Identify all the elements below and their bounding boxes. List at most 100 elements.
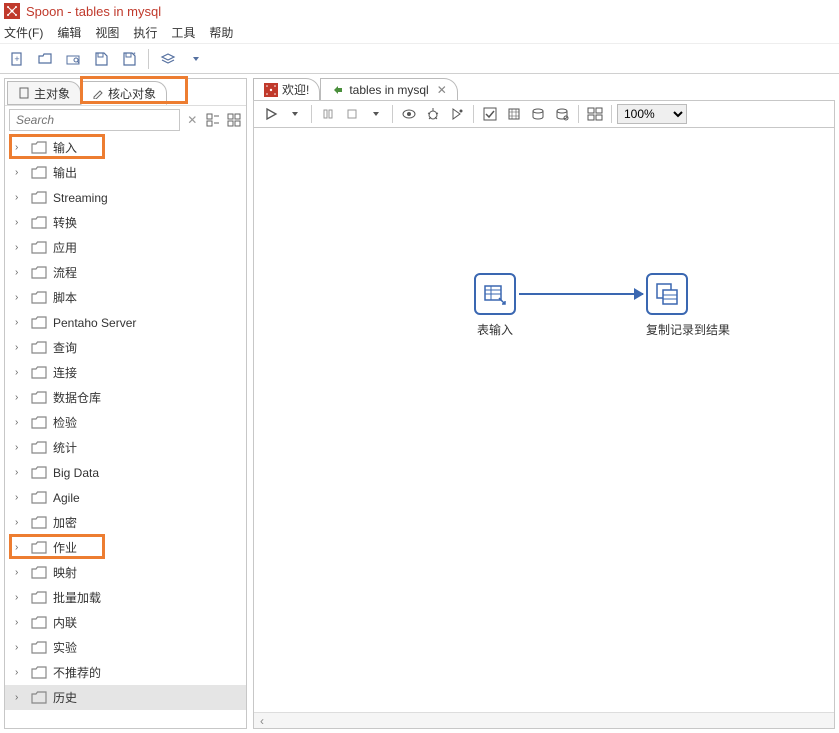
run-icon[interactable] bbox=[260, 103, 282, 125]
tree-item-label: 加密 bbox=[53, 514, 77, 531]
tree-item[interactable]: ›批量加载 bbox=[5, 585, 246, 610]
tree-item[interactable]: ›查询 bbox=[5, 335, 246, 360]
chevron-right-icon[interactable]: › bbox=[15, 417, 25, 428]
tree-item[interactable]: ›统计 bbox=[5, 435, 246, 460]
new-file-icon[interactable]: + bbox=[6, 48, 28, 70]
chevron-right-icon[interactable]: › bbox=[15, 592, 25, 603]
chevron-right-icon[interactable]: › bbox=[15, 567, 25, 578]
run-dropdown-icon[interactable] bbox=[284, 103, 306, 125]
chevron-right-icon[interactable]: › bbox=[15, 392, 25, 403]
chevron-right-icon[interactable]: › bbox=[15, 317, 25, 328]
chevron-right-icon[interactable]: › bbox=[15, 367, 25, 378]
chevron-right-icon[interactable]: › bbox=[15, 192, 25, 203]
sidebar-tab-core[interactable]: 核心对象 bbox=[81, 81, 167, 105]
chevron-right-icon[interactable]: › bbox=[15, 442, 25, 453]
main-toolbar: + * bbox=[0, 44, 839, 74]
expand-tree-icon[interactable] bbox=[205, 111, 222, 129]
node-table-input[interactable]: 表输入 bbox=[474, 273, 516, 338]
tree-item[interactable]: ›不推荐的 bbox=[5, 660, 246, 685]
copy-rows-icon bbox=[646, 273, 688, 315]
tree-item[interactable]: ›输出 bbox=[5, 160, 246, 185]
menu-help[interactable]: 帮助 bbox=[209, 24, 233, 41]
tree-item[interactable]: ›实验 bbox=[5, 635, 246, 660]
chevron-right-icon[interactable]: › bbox=[15, 692, 25, 703]
close-tab-icon[interactable]: ✕ bbox=[437, 83, 447, 97]
chevron-right-icon[interactable]: › bbox=[15, 492, 25, 503]
verify-icon[interactable] bbox=[479, 103, 501, 125]
tree-item[interactable]: ›内联 bbox=[5, 610, 246, 635]
menu-run[interactable]: 执行 bbox=[133, 24, 157, 41]
editor-tab-transformation[interactable]: tables in mysql ✕ bbox=[320, 78, 457, 100]
debug-icon[interactable] bbox=[422, 103, 444, 125]
stop-dropdown-icon[interactable] bbox=[365, 103, 387, 125]
dropdown-icon[interactable] bbox=[185, 48, 207, 70]
show-results-icon[interactable] bbox=[584, 103, 606, 125]
chevron-right-icon[interactable]: › bbox=[15, 542, 25, 553]
tree-item[interactable]: ›Big Data bbox=[5, 460, 246, 485]
collapse-tree-icon[interactable] bbox=[225, 111, 242, 129]
canvas-toolbar: 100% bbox=[253, 100, 835, 128]
replay-icon[interactable] bbox=[446, 103, 468, 125]
menu-edit[interactable]: 编辑 bbox=[57, 24, 81, 41]
chevron-right-icon[interactable]: › bbox=[15, 242, 25, 253]
save-icon[interactable] bbox=[90, 48, 112, 70]
tree-item[interactable]: ›连接 bbox=[5, 360, 246, 385]
tree-item[interactable]: ›输入 bbox=[5, 135, 246, 160]
tree-item[interactable]: ›检验 bbox=[5, 410, 246, 435]
preview-icon[interactable] bbox=[398, 103, 420, 125]
tree-item[interactable]: ›应用 bbox=[5, 235, 246, 260]
toolbar-separator bbox=[148, 49, 149, 69]
node-copy-to-result[interactable]: 复制记录到结果 bbox=[646, 273, 688, 338]
search-input[interactable] bbox=[9, 109, 180, 131]
chevron-right-icon[interactable]: › bbox=[15, 292, 25, 303]
folder-icon bbox=[31, 266, 47, 280]
tree-item[interactable]: › 加密 bbox=[5, 510, 246, 535]
chevron-right-icon[interactable]: › bbox=[15, 617, 25, 628]
explore-db-icon[interactable] bbox=[551, 103, 573, 125]
transformation-canvas[interactable]: 表输入 复制记录到结果 ‹ bbox=[253, 128, 835, 729]
menu-view[interactable]: 视图 bbox=[95, 24, 119, 41]
sql-icon[interactable] bbox=[527, 103, 549, 125]
chevron-right-icon[interactable]: › bbox=[15, 517, 25, 528]
tree-item[interactable]: ›转换 bbox=[5, 210, 246, 235]
folder-icon bbox=[31, 191, 47, 205]
tree-item[interactable]: ›Agile bbox=[5, 485, 246, 510]
pause-icon[interactable] bbox=[317, 103, 339, 125]
save-as-icon[interactable]: * bbox=[118, 48, 140, 70]
clear-search-icon[interactable]: ✕ bbox=[184, 111, 201, 129]
open-file-icon[interactable] bbox=[34, 48, 56, 70]
window-title: Spoon - tables in mysql bbox=[26, 4, 161, 19]
tree-item[interactable]: ›作业 bbox=[5, 535, 246, 560]
chevron-right-icon[interactable]: › bbox=[15, 467, 25, 478]
editor-tab-welcome[interactable]: 欢迎! bbox=[253, 78, 320, 100]
stop-icon[interactable] bbox=[341, 103, 363, 125]
chevron-right-icon[interactable]: › bbox=[15, 142, 25, 153]
tree-item[interactable]: ›数据仓库 bbox=[5, 385, 246, 410]
menu-tools[interactable]: 工具 bbox=[171, 24, 195, 41]
menu-file[interactable]: 文件(F) bbox=[4, 24, 43, 41]
explore-icon[interactable] bbox=[62, 48, 84, 70]
pencil-icon bbox=[92, 87, 104, 99]
horizontal-scrollbar[interactable]: ‹ bbox=[254, 712, 834, 728]
tree-item[interactable]: ›Pentaho Server bbox=[5, 310, 246, 335]
tree-item[interactable]: ›脚本 bbox=[5, 285, 246, 310]
tree-item[interactable]: ›Streaming bbox=[5, 185, 246, 210]
category-tree[interactable]: ›输入›输出›Streaming›转换›应用›流程›脚本›Pentaho Ser… bbox=[5, 133, 246, 728]
chevron-right-icon[interactable]: › bbox=[15, 267, 25, 278]
chevron-right-icon[interactable]: › bbox=[15, 167, 25, 178]
tree-item[interactable]: ›历史 bbox=[5, 685, 246, 710]
impact-icon[interactable] bbox=[503, 103, 525, 125]
tree-item[interactable]: ›映射 bbox=[5, 560, 246, 585]
hop-arrow[interactable] bbox=[519, 293, 643, 295]
chevron-right-icon[interactable]: › bbox=[15, 342, 25, 353]
chevron-right-icon[interactable]: › bbox=[15, 217, 25, 228]
chevron-right-icon[interactable]: › bbox=[15, 642, 25, 653]
sidebar-tab-main[interactable]: 主对象 bbox=[7, 81, 81, 105]
chevron-right-icon[interactable]: › bbox=[15, 667, 25, 678]
tree-item[interactable]: ›流程 bbox=[5, 260, 246, 285]
zoom-select[interactable]: 100% bbox=[617, 104, 687, 124]
scroll-left-icon[interactable]: ‹ bbox=[254, 714, 270, 728]
svg-text:*: * bbox=[133, 52, 136, 59]
layers-icon[interactable] bbox=[157, 48, 179, 70]
folder-icon bbox=[31, 341, 47, 355]
